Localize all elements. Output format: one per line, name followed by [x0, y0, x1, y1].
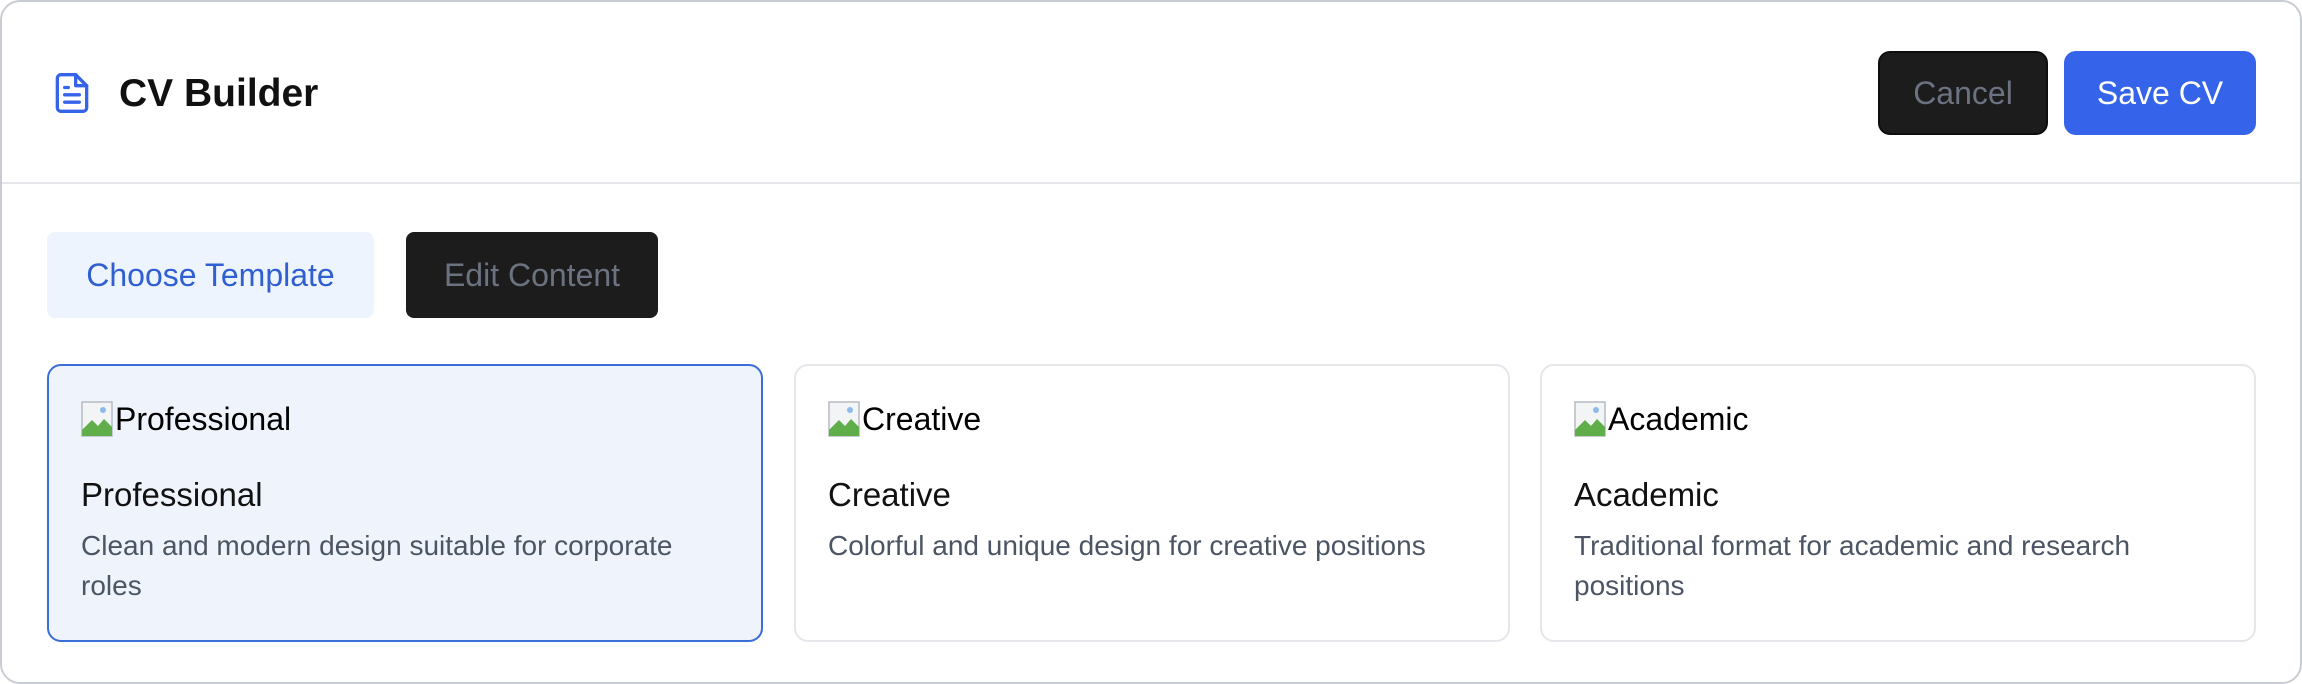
tab-choose-template[interactable]: Choose Template — [47, 232, 374, 318]
template-title: Academic — [1574, 476, 1719, 513]
image-alt-text: Academic — [1608, 401, 1749, 437]
app-title: CV Builder — [119, 72, 319, 115]
save-cv-button[interactable]: Save CV — [2064, 51, 2256, 135]
document-icon — [55, 73, 89, 113]
image-alt-text: Professional — [115, 401, 292, 437]
template-description: Clean and modern design suitable for cor… — [81, 530, 673, 601]
template-title: Professional — [81, 476, 263, 513]
cancel-button[interactable]: Cancel — [1878, 51, 2048, 135]
tab-edit-content[interactable]: Edit Content — [406, 232, 658, 318]
template-description: Traditional format for academic and rese… — [1574, 530, 2131, 601]
template-image-professional: Professional — [81, 398, 291, 440]
broken-image-icon — [828, 401, 860, 437]
template-image-creative: Creative — [828, 398, 981, 440]
image-alt-text: Creative — [862, 401, 982, 437]
template-title: Creative — [828, 476, 951, 513]
template-description: Colorful and unique design for creative … — [828, 530, 1426, 561]
template-card-academic[interactable]: Academic Academic Traditional format for… — [1540, 364, 2256, 642]
broken-image-icon — [1574, 401, 1606, 437]
template-card-professional[interactable]: Professional Professional Clean and mode… — [47, 364, 763, 642]
cv-builder-dialog: CV Builder Cancel Save CV Choose Templat… — [0, 0, 2302, 684]
template-card-creative[interactable]: Creative Creative Colorful and unique de… — [794, 364, 1510, 642]
broken-image-icon — [81, 401, 113, 437]
template-image-academic: Academic — [1574, 398, 1749, 440]
dialog-header: CV Builder Cancel Save CV — [2, 2, 2300, 184]
